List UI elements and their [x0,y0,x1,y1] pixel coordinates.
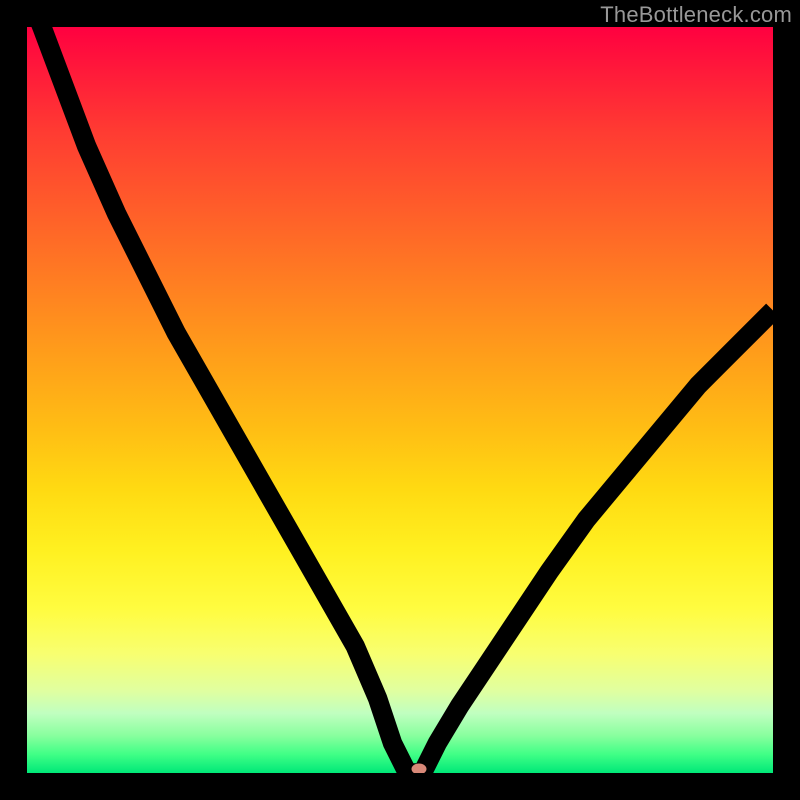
bottleneck-curve [27,27,773,773]
plot-area [27,27,773,773]
curve-path [27,27,773,773]
chart-frame: TheBottleneck.com [0,0,800,800]
optimal-point-marker [411,764,426,773]
attribution-text: TheBottleneck.com [600,2,792,28]
